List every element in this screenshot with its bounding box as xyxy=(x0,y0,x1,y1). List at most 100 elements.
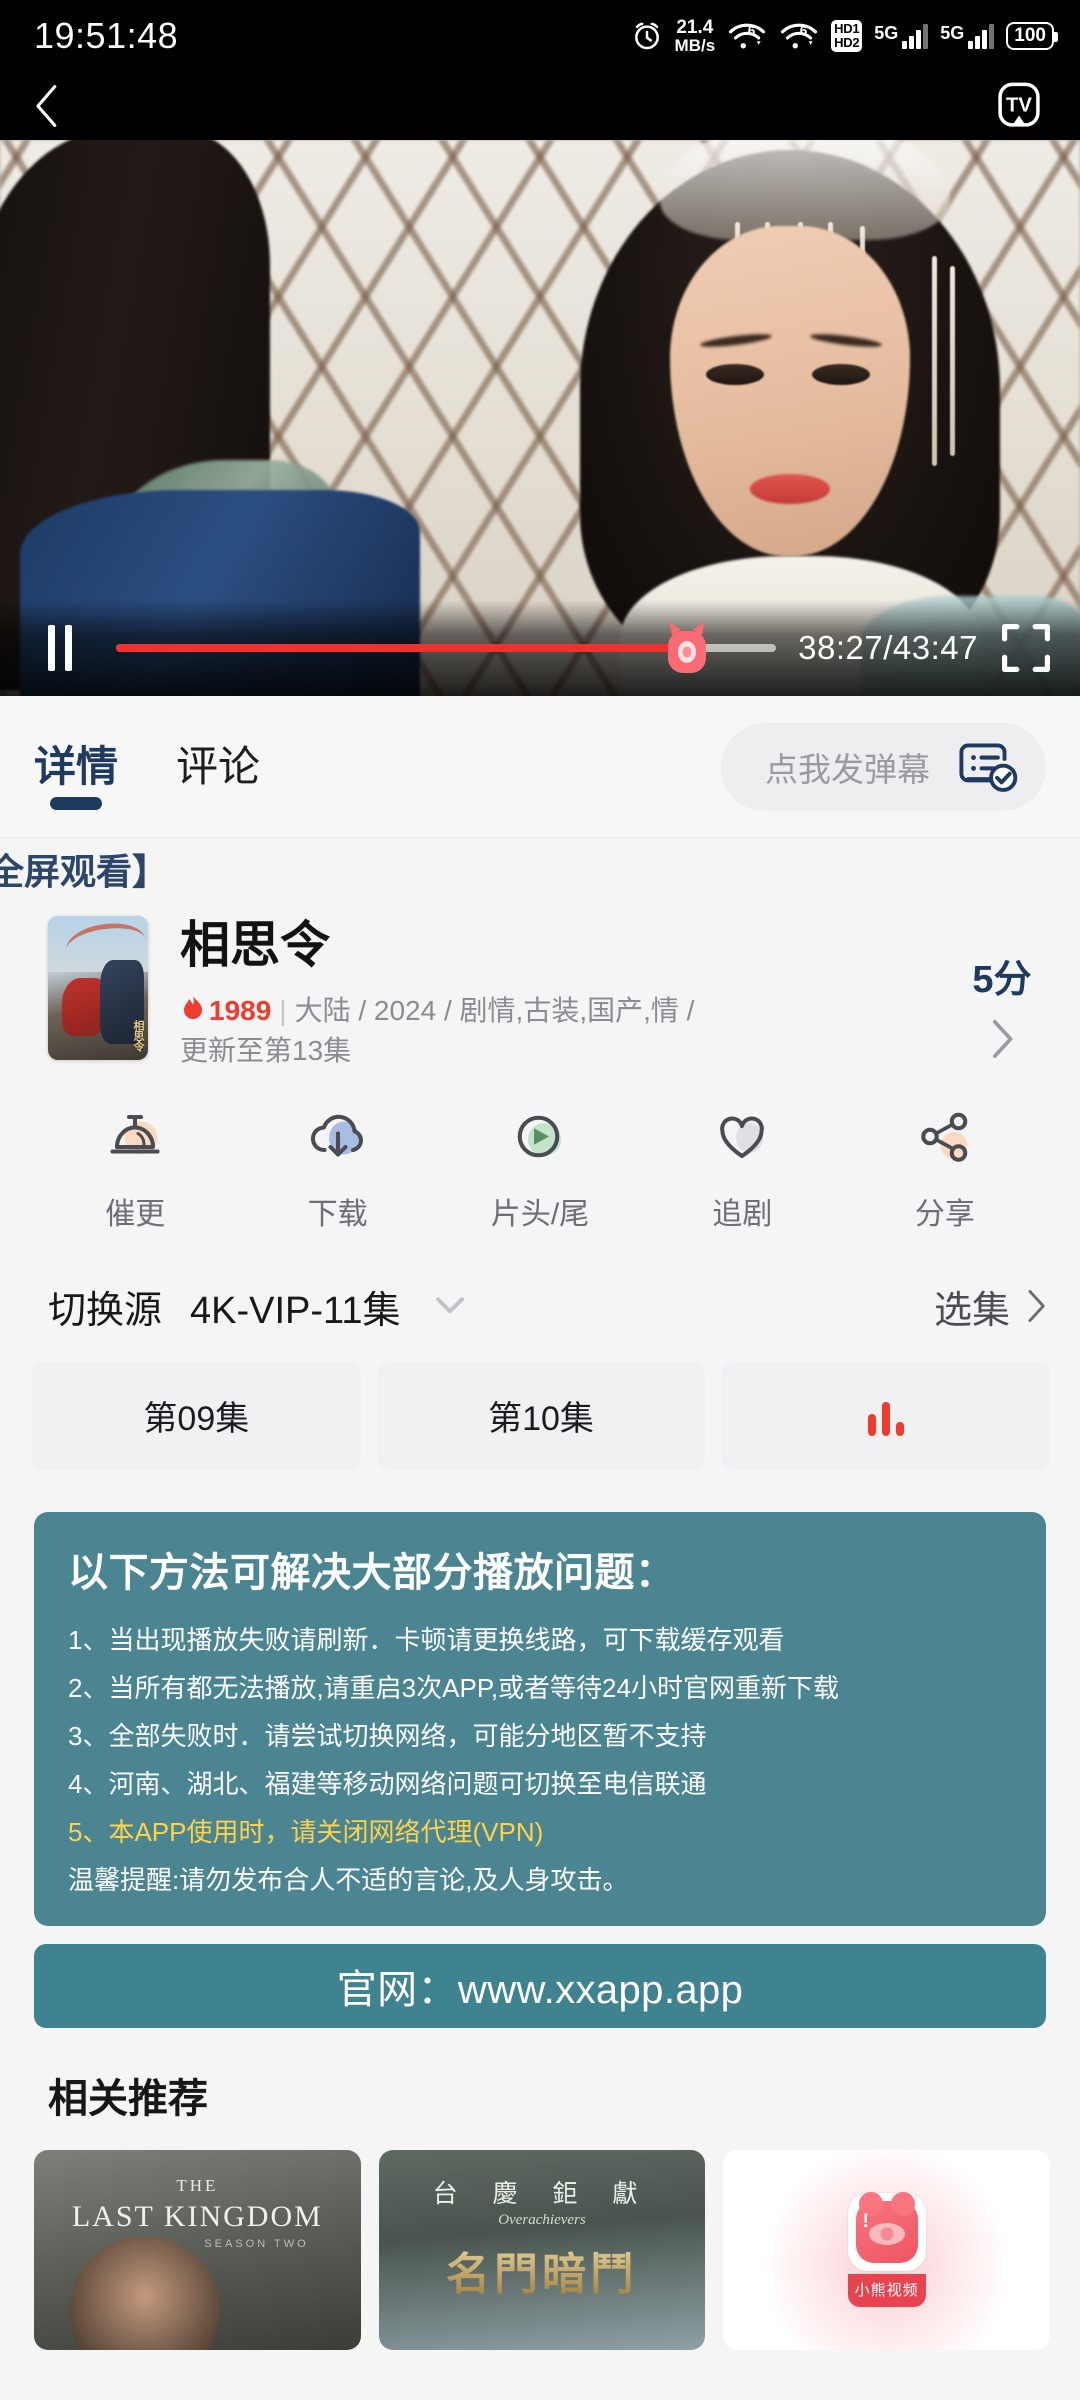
sim1-signal: 5G xyxy=(874,22,929,49)
movie-title: 相思令 xyxy=(180,917,330,973)
hot-count-wrap: 1989 xyxy=(180,995,271,1026)
status-bar-clock: 19:51:48 xyxy=(34,15,179,56)
video-player[interactable]: TV 38:27/43:47 xyxy=(0,72,1080,696)
svg-text:TV: TV xyxy=(1006,94,1032,116)
playback-help-tip: 温馨提醒:请勿发布合人不适的言论,及人身攻击。 xyxy=(68,1864,629,1895)
action-label-follow: 追剧 xyxy=(712,1197,773,1231)
movie-score: 5分 xyxy=(972,959,1032,1001)
back-chevron-icon[interactable] xyxy=(34,84,60,128)
recommend-card-1-line3: SEASON TWO xyxy=(204,2237,309,2250)
chevron-right-icon[interactable] xyxy=(990,1019,1014,1059)
signal-bars-icon-2 xyxy=(968,23,995,49)
sim1-network-label: 5G xyxy=(874,22,899,43)
recommend-card-2-line3: 名門暗鬥 xyxy=(379,2238,706,2302)
source-switch-row: 切换源 4K-VIP-11集 选集 xyxy=(0,1254,1080,1352)
episode-button-playing[interactable] xyxy=(721,1361,1051,1470)
action-label-share: 分享 xyxy=(914,1197,975,1231)
playback-help-item-4: 4、河南、湖北、福建等移动网络问题可切换至电信联通 xyxy=(68,1768,707,1799)
progress-fill xyxy=(116,644,688,652)
action-skip-intro-outro[interactable]: 片头/尾 xyxy=(439,1105,641,1233)
recommend-card-1-line1: THE xyxy=(176,2175,219,2195)
movie-meta-line: 大陆 / 2024 / 剧情,古装,国产,情 / xyxy=(294,995,695,1026)
recommend-row: THE LAST KINGDOM SEASON TWO 台 慶 鉅 獻 Over… xyxy=(0,2124,1080,2350)
recommend-card-2[interactable]: 台 慶 鉅 獻 Overachievers 名門暗鬥 xyxy=(378,2149,706,2350)
bear-app-logo: ! 小熊视频 xyxy=(847,2191,926,2307)
action-download[interactable]: 下载 xyxy=(236,1105,438,1233)
service-bell-icon xyxy=(110,1114,160,1154)
poster-title: 相思令 xyxy=(132,1019,144,1052)
status-bar: 19:51:48 21.4 MB/s 6 6 HD1 HD2 5G 5G 100 xyxy=(0,0,1080,72)
network-speed-value: 21.4 xyxy=(676,16,714,38)
movie-poster[interactable]: 相思令 xyxy=(48,916,148,1060)
tab-detail[interactable]: 详情 xyxy=(34,733,118,800)
equalizer-playing-icon xyxy=(867,1396,904,1436)
action-share[interactable]: 分享 xyxy=(844,1105,1046,1233)
movie-info-row[interactable]: 相思令 相思令 1989 | 大陆 / 2024 / 剧情,古装,国产,情 / 更新… xyxy=(0,900,1080,1071)
fullscreen-icon[interactable] xyxy=(1000,622,1052,674)
episode-row: 第09集 第10集 xyxy=(0,1352,1080,1470)
sim2-network-label: 5G xyxy=(940,22,965,43)
playback-help-item-5: 5、本APP使用时，请关闭网络代理(VPN) xyxy=(68,1816,544,1847)
send-danmaku-button[interactable]: 点我发弹幕 xyxy=(721,722,1046,811)
action-label-download: 下载 xyxy=(307,1197,368,1231)
signal-bars-icon xyxy=(902,23,929,49)
hot-count: 1989 xyxy=(209,995,272,1026)
episode-button-09[interactable]: 第09集 xyxy=(32,1361,361,1470)
app-root: 19:51:48 21.4 MB/s 6 6 HD1 HD2 5G 5G 100… xyxy=(0,0,1080,2400)
play-circle-icon xyxy=(517,1115,562,1157)
action-label-skip: 片头/尾 xyxy=(490,1197,590,1231)
playback-help-item-3: 3、全部失败时．请尝试切换网络，可能分地区暂不支持 xyxy=(68,1720,707,1751)
episode-picker-entry[interactable]: 选集 xyxy=(934,1279,1046,1334)
movie-update-status: 更新至第13集 xyxy=(180,1034,352,1066)
send-danmaku-label: 点我发弹幕 xyxy=(765,750,930,788)
playback-help-item-2: 2、当所有都无法播放,请重启3次APP,或者等待24小时官网重新下载 xyxy=(68,1672,839,1703)
flame-icon xyxy=(184,996,202,1019)
recommend-heading: 相关推荐 xyxy=(48,2076,208,2121)
cat-thumb-icon[interactable] xyxy=(661,619,713,677)
cloud-download-icon xyxy=(310,1114,363,1157)
alarm-clock-icon xyxy=(634,22,659,50)
battery-indicator: 100 xyxy=(1006,21,1058,50)
detail-tab-bar: 详情 评论 点我发弹幕 xyxy=(0,696,1080,838)
movie-score-area[interactable]: 5分 xyxy=(954,916,1050,1071)
bear-app-name: 小熊视频 xyxy=(847,2273,926,2307)
pause-button[interactable] xyxy=(48,625,94,671)
official-site-banner[interactable]: 官网：www.xxapp.app xyxy=(34,1943,1046,2028)
source-switch-value[interactable]: 4K-VIP-11集 xyxy=(190,1279,401,1334)
playback-help-item-1: 1、当出现播放失败请刷新．卡顿请更换线路，可下载缓存观看 xyxy=(68,1624,785,1655)
progress-bar[interactable] xyxy=(116,621,777,673)
episode-button-10[interactable]: 第10集 xyxy=(376,1361,706,1470)
network-speed: 21.4 MB/s xyxy=(674,16,716,56)
chevron-right-icon-episodes xyxy=(1028,1289,1045,1323)
recommend-card-1-line2: LAST KINGDOM xyxy=(71,2199,323,2233)
bear-icon: ! xyxy=(855,2191,918,2263)
hd-voice-badge: HD1 HD2 xyxy=(831,20,863,52)
episode-picker-label: 选集 xyxy=(933,1289,1010,1332)
heart-icon xyxy=(720,1116,765,1158)
share-icon xyxy=(921,1112,968,1162)
action-request-update[interactable]: 催更 xyxy=(34,1105,236,1233)
hd-badge-line1: HD1 xyxy=(834,21,860,37)
player-controls[interactable]: 38:27/43:47 xyxy=(0,600,1080,696)
announcement-text: 全屏观看】 xyxy=(0,851,169,892)
danmaku-list-check-icon xyxy=(959,742,1018,792)
playback-help-box: 以下方法可解决大部分播放问题： 1、当出现播放失败请刷新．卡顿请更换线路，可下载… xyxy=(34,1511,1046,1926)
action-follow-series[interactable]: 追剧 xyxy=(641,1105,843,1233)
hd-badge-line2: HD2 xyxy=(834,34,860,50)
playback-help-list: 1、当出现播放失败请刷新．卡顿请更换线路，可下载缓存观看 2、当所有都无法播放,… xyxy=(68,1620,1012,1853)
bear-badge: ! xyxy=(862,2210,869,2232)
network-speed-unit: MB/s xyxy=(674,36,716,56)
tv-cast-icon[interactable]: TV xyxy=(992,79,1046,133)
movie-info-main: 相思令 1989 | 大陆 / 2024 / 剧情,古装,国产,情 / 更新至第13… xyxy=(148,916,954,1071)
status-bar-icons: 21.4 MB/s 6 6 HD1 HD2 5G 5G 100 xyxy=(631,16,1058,56)
chevron-down-icon[interactable] xyxy=(435,1296,465,1316)
playback-help-heading: 以下方法可解决大部分播放问题： xyxy=(68,1550,676,1595)
movie-meta: 1989 | 大陆 / 2024 / 剧情,古装,国产,情 / 更新至第13集 xyxy=(180,991,944,1071)
announcement-marquee[interactable]: 全屏观看】 xyxy=(0,838,1080,900)
recommend-card-1[interactable]: THE LAST KINGDOM SEASON TWO xyxy=(34,2149,361,2350)
player-top-bar: TV xyxy=(0,72,1080,140)
tab-comments[interactable]: 评论 xyxy=(176,733,260,800)
recommend-card-2-line2: Overachievers xyxy=(498,2211,586,2228)
recommend-card-3[interactable]: ! 小熊视频 xyxy=(723,2149,1051,2350)
svg-text:6: 6 xyxy=(800,23,808,38)
